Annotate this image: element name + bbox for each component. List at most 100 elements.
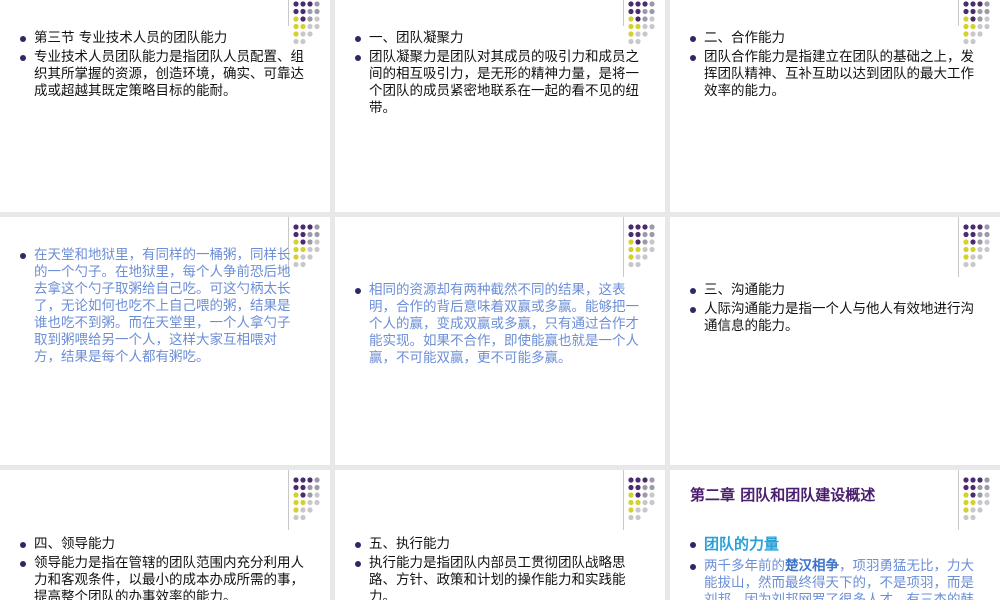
dot-mark: [963, 246, 969, 253]
dot-mark: [642, 499, 648, 506]
dot-mark: [307, 16, 313, 22]
divider-line: [623, 470, 624, 530]
slide-text: 在天堂和地狱里，有同样的一桶粥，同样长的一个勺子。在地狱里，每个人争前恐后地去拿…: [34, 247, 291, 365]
slide-content: 相同的资源却有两种截然不同的结果，这表明，合作的背后意味着双赢或多赢。能够把一个…: [355, 282, 647, 367]
slide-text: 团队合作能力是指建立在团队的基础之上，发挥团队精神、互补互助以达到团队的最大工作…: [704, 49, 974, 99]
slide-content: 一、团队凝聚力团队凝聚力是团队对其成员的吸引力和成员之间的相互吸引力，是无形的精…: [355, 30, 647, 117]
dot-mark: [300, 239, 306, 245]
dot-mark: [300, 477, 306, 483]
bullet-dot-icon: [355, 55, 361, 61]
slide-thumbnail[interactable]: 在天堂和地狱里，有同样的一桶粥，同样长的一个勺子。在地狱里，每个人争前恐后地去拿…: [0, 217, 330, 465]
dot-mark: [293, 231, 299, 238]
dot-mark: [307, 507, 313, 513]
dot-mark: [628, 477, 634, 483]
dot-mark: [963, 492, 969, 498]
dot-mark: [628, 231, 634, 238]
dot-mark: [314, 492, 320, 498]
slide-paragraph: 相同的资源却有两种截然不同的结果，这表明，合作的背后意味着双赢或多赢。能够把一个…: [355, 282, 647, 367]
dot-mark: [642, 224, 648, 230]
dot-mark: [963, 484, 969, 491]
dot-mark: [307, 1, 313, 7]
dot-mark: [635, 1, 641, 7]
dot-mark: [963, 254, 969, 260]
dot-mark: [963, 8, 969, 15]
slide-thumbnail[interactable]: 一、团队凝聚力团队凝聚力是团队对其成员的吸引力和成员之间的相互吸引力，是无形的精…: [335, 0, 665, 212]
dot-mark: [977, 477, 983, 483]
dot-mark: [984, 231, 990, 238]
slide-content: 团队的力量 两千多年前的楚汉相争，项羽勇猛无比，力大能拔山，然而最终得天下的，不…: [690, 536, 982, 600]
chapter-title: 第二章 团队和团队建设概述: [690, 486, 876, 504]
dot-mark: [314, 239, 320, 245]
dot-mark: [977, 254, 983, 260]
slide-thumbnail[interactable]: 第二章 团队和团队建设概述 团队的力量 两千多年前的楚汉相争，项羽勇猛无比，力大…: [670, 470, 1000, 600]
dot-mark: [293, 23, 299, 30]
slide-paragraph: 团队凝聚力是团队对其成员的吸引力和成员之间的相互吸引力，是无形的精神力量，是将一…: [355, 49, 647, 117]
slide-text: 五、执行能力: [369, 536, 450, 552]
dot-mark: [314, 16, 320, 22]
dot-mark: [635, 499, 641, 506]
dot-mark: [314, 499, 320, 506]
slide-thumbnail[interactable]: 四、领导能力 领导能力是指在管辖的团队范围内充分利用人力和客观条件，以最小的成本办…: [0, 470, 330, 600]
dot-mark: [300, 492, 306, 498]
dot-mark: [977, 1, 983, 7]
dot-mark: [984, 16, 990, 22]
dot-mark: [977, 16, 983, 22]
dot-mark: [963, 499, 969, 506]
dot-grid-icon: [292, 223, 322, 273]
slide-thumbnail[interactable]: 三、沟通能力 人际沟通能力是指一个人与他人有效地进行沟通信息的能力。: [670, 217, 1000, 465]
dot-grid-icon: [627, 476, 657, 526]
dot-mark: [293, 499, 299, 506]
dot-mark: [649, 8, 655, 15]
dot-mark: [642, 492, 648, 498]
dot-mark: [307, 23, 313, 30]
bullet-dot-icon: [690, 288, 696, 294]
dot-mark: [628, 1, 634, 7]
dot-mark: [300, 261, 306, 268]
dot-mark: [293, 261, 299, 268]
dot-mark: [628, 254, 634, 260]
dot-mark: [977, 246, 983, 253]
dot-mark: [984, 8, 990, 15]
dot-mark: [314, 1, 320, 7]
dot-mark: [628, 239, 634, 245]
dot-mark: [649, 239, 655, 245]
bullet-dot-icon: [690, 542, 696, 548]
dot-mark: [635, 507, 641, 513]
bullet-dot-icon: [355, 542, 361, 548]
dot-mark: [635, 477, 641, 483]
dot-mark: [984, 484, 990, 491]
slide-content: 二、合作能力 团队合作能力是指建立在团队的基础之上，发挥团队精神、互补互助以达到团…: [690, 30, 982, 100]
dot-mark: [628, 514, 634, 521]
dot-mark: [649, 231, 655, 238]
bullet-dot-icon: [20, 36, 26, 42]
dot-mark: [300, 246, 306, 253]
dot-mark: [293, 514, 299, 521]
dot-mark: [307, 224, 313, 230]
slide-paragraph: 在天堂和地狱里，有同样的一桶粥，同样长的一个勺子。在地狱里，每个人争前恐后地去拿…: [20, 247, 292, 366]
dot-mark: [970, 254, 976, 260]
strength-title: 团队的力量: [704, 535, 780, 553]
slide-text: 团队凝聚力是团队对其成员的吸引力和成员之间的相互吸引力，是无形的精神力量，是将一…: [369, 49, 639, 116]
dot-mark: [963, 16, 969, 22]
dot-mark: [628, 499, 634, 506]
slide-thumbnail[interactable]: 第三节 专业技术人员的团队能力 专业技术人员团队能力是指团队人员配置、组织其所掌握…: [0, 0, 330, 212]
bullet-dot-icon: [690, 55, 696, 61]
slide-content: 三、沟通能力 人际沟通能力是指一个人与他人有效地进行沟通信息的能力。: [690, 282, 982, 335]
slide-content: 第三节 专业技术人员的团队能力 专业技术人员团队能力是指团队人员配置、组织其所掌握…: [20, 30, 312, 100]
dot-mark: [300, 23, 306, 30]
slide-text: 专业技术人员团队能力是指团队人员配置、组织其所掌握的资源，创造环境，确实、可靠达…: [34, 49, 304, 99]
dot-mark: [628, 261, 634, 268]
slide-thumbnail[interactable]: 相同的资源却有两种截然不同的结果，这表明，合作的背后意味着双赢或多赢。能够把一个…: [335, 217, 665, 465]
strength-body-pre: 两千多年前的: [704, 558, 785, 574]
dot-mark: [300, 254, 306, 260]
slide-text: 一、团队凝聚力: [369, 30, 464, 46]
slide-thumbnail[interactable]: 二、合作能力 团队合作能力是指建立在团队的基础之上，发挥团队精神、互补互助以达到团…: [670, 0, 1000, 212]
dot-mark: [642, 477, 648, 483]
dot-grid-icon: [292, 476, 322, 526]
strength-paragraph: 两千多年前的楚汉相争，项羽勇猛无比，力大能拔山，然而最终得天下的，不是项羽，而是…: [690, 558, 982, 600]
dot-mark: [307, 239, 313, 245]
slide-text: 相同的资源却有两种截然不同的结果，这表明，合作的背后意味着双赢或多赢。能够把一个…: [369, 282, 639, 366]
dot-mark: [307, 246, 313, 253]
divider-line: [288, 0, 289, 26]
slide-thumbnail[interactable]: 五、执行能力 执行能力是指团队内部员工贯彻团队战略思路、方针、政策和计划的操作能力…: [335, 470, 665, 600]
